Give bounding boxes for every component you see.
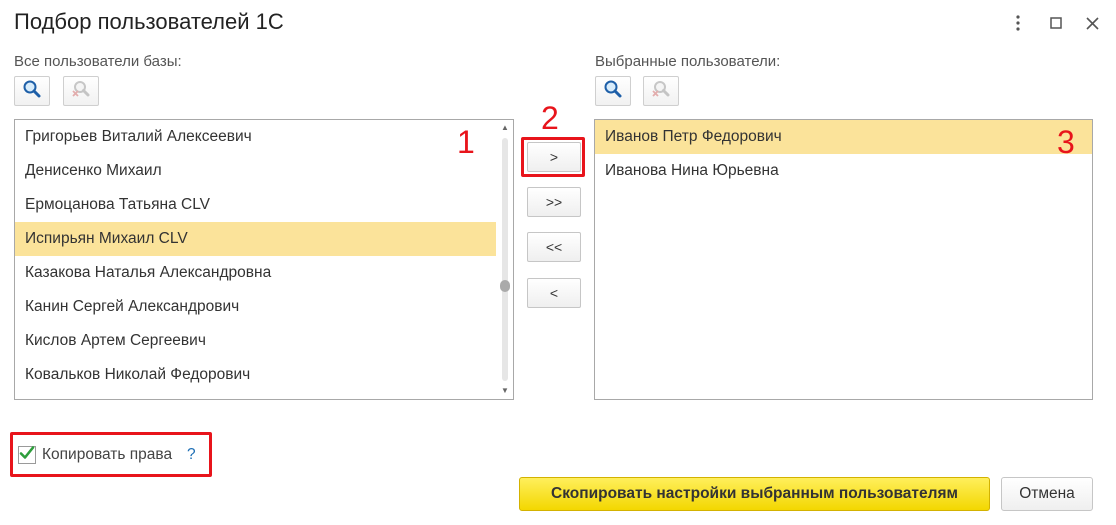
- help-icon[interactable]: ?: [187, 446, 196, 464]
- list-item[interactable]: Канин Сергей Александрович: [15, 290, 513, 324]
- annotation-3: 3: [1057, 124, 1075, 160]
- maximize-icon[interactable]: [1045, 12, 1067, 34]
- right-search-button[interactable]: [595, 76, 631, 106]
- list-item[interactable]: Иванова Нина Юрьевна: [595, 154, 1092, 188]
- scroll-track: [502, 138, 508, 381]
- list-item[interactable]: Ермоцанова Татьяна CLV: [15, 188, 513, 222]
- copy-settings-button[interactable]: Скопировать настройки выбранным пользова…: [519, 477, 990, 511]
- list-item[interactable]: Григорьев Виталий Алексеевич: [15, 120, 513, 154]
- vertical-scrollbar[interactable]: ▲ ▼: [500, 124, 510, 395]
- remove-all-button[interactable]: <<: [527, 232, 581, 262]
- scroll-up-arrow-icon[interactable]: ▲: [500, 124, 510, 132]
- more-vertical-icon[interactable]: [1007, 12, 1029, 34]
- remove-button[interactable]: <: [527, 278, 581, 308]
- search-icon: [603, 79, 623, 104]
- annotation-2: 2: [541, 100, 559, 136]
- scroll-down-arrow-icon[interactable]: ▼: [500, 387, 510, 395]
- selected-users-list[interactable]: Иванов Петр Федорович Иванова Нина Юрьев…: [594, 119, 1093, 400]
- clear-search-icon: [71, 79, 91, 104]
- window-title: Подбор пользователей 1С: [14, 9, 284, 34]
- left-search-button[interactable]: [14, 76, 50, 106]
- copy-rights-label[interactable]: Копировать права: [42, 446, 172, 464]
- selected-users-label: Выбранные пользователи:: [595, 53, 781, 70]
- checkmark-icon: [19, 445, 35, 466]
- list-item[interactable]: Денисенко Михаил: [15, 154, 513, 188]
- scroll-thumb[interactable]: [500, 280, 510, 292]
- annotation-1: 1: [457, 124, 475, 160]
- list-item-selected[interactable]: Иванов Петр Федорович: [595, 120, 1092, 154]
- list-item[interactable]: Казакова Наталья Александровна: [15, 256, 513, 290]
- add-button[interactable]: >: [527, 142, 581, 172]
- close-icon[interactable]: [1081, 12, 1103, 34]
- all-users-list[interactable]: Григорьев Виталий Алексеевич Денисенко М…: [14, 119, 514, 400]
- cancel-button[interactable]: Отмена: [1001, 477, 1093, 511]
- list-item[interactable]: Кислов Артем Сергеевич: [15, 324, 513, 358]
- all-users-label: Все пользователи базы:: [14, 53, 182, 70]
- add-all-button[interactable]: >>: [527, 187, 581, 217]
- list-item-selected[interactable]: Испирьян Михаил CLV: [15, 222, 496, 256]
- search-icon: [22, 79, 42, 104]
- clear-search-icon: [651, 79, 671, 104]
- left-clear-search-button[interactable]: [63, 76, 99, 106]
- copy-rights-checkbox[interactable]: [18, 445, 36, 466]
- list-item[interactable]: Ковальков Николай Федорович: [15, 358, 513, 392]
- right-clear-search-button[interactable]: [643, 76, 679, 106]
